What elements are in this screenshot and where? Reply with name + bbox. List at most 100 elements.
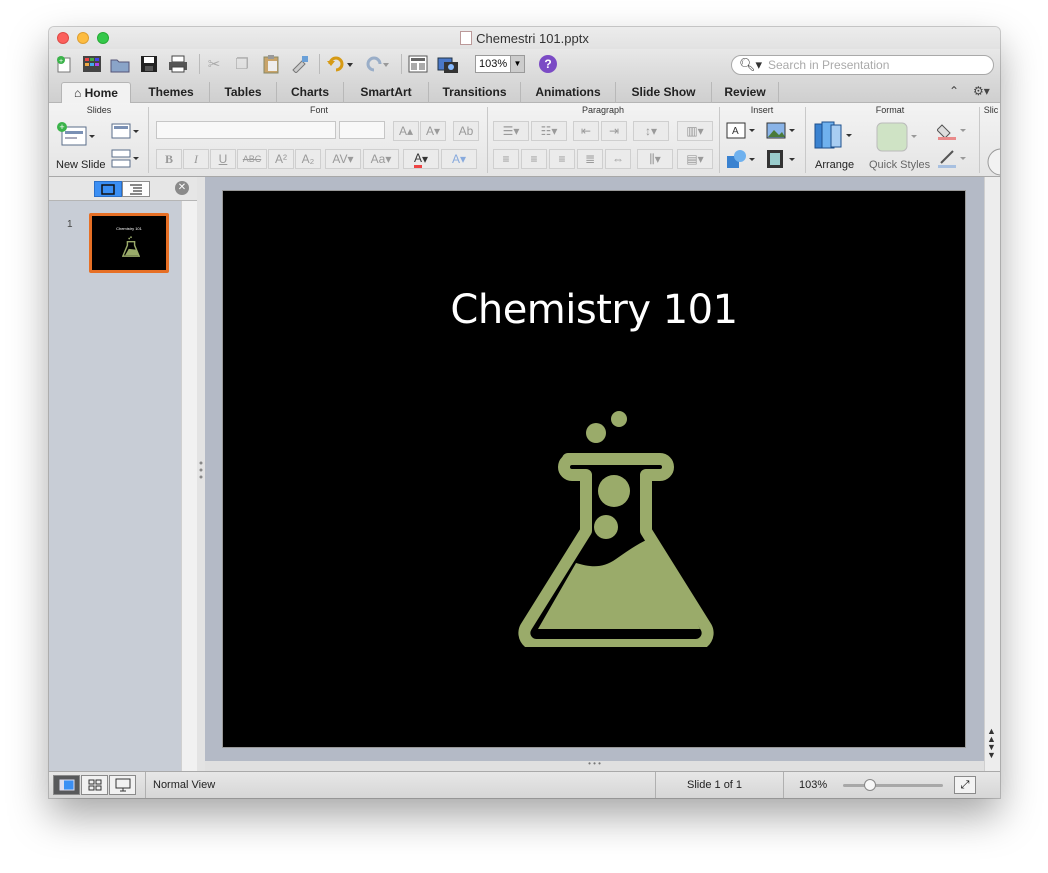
section-icon[interactable] (111, 149, 141, 174)
status-separator (145, 772, 146, 798)
slide[interactable]: Chemistry 101 (223, 191, 965, 747)
underline-icon[interactable]: U (210, 149, 236, 169)
fit-to-window-icon[interactable]: ⤢ (954, 776, 976, 794)
align-right-icon[interactable]: ≡ (549, 149, 575, 169)
search-input[interactable]: 🔍︎▾ Search in Presentation (731, 55, 994, 75)
change-case-icon[interactable]: Aa▾ (363, 149, 399, 169)
numbering-icon[interactable]: ☷▾ (531, 121, 567, 141)
gallery-icon[interactable] (81, 53, 103, 75)
bullets-icon[interactable]: ☰▾ (493, 121, 529, 141)
text-effects-icon[interactable]: A▾ (441, 149, 477, 169)
vertical-scrollbar[interactable]: ▲ ▲ ▼ ▼ (984, 177, 1000, 771)
thumb-flask-icon (122, 236, 140, 257)
tab-label: Charts (290, 85, 329, 99)
notes-splitter[interactable]: • • • (205, 760, 984, 771)
superscript-icon[interactable]: A² (268, 149, 294, 169)
align-text-icon[interactable]: ▤▾ (677, 149, 713, 169)
strikethrough-icon[interactable]: ABC (237, 149, 267, 169)
zoom-percent: 103% (799, 779, 828, 791)
tab-animations[interactable]: Animations (521, 82, 616, 103)
page-nav-arrows-icon[interactable]: ▲ ▲ ▼ ▼ (987, 727, 996, 760)
arrange-icon[interactable] (813, 121, 853, 156)
tab-home[interactable]: ⌂ Home (61, 82, 131, 103)
arrange-label[interactable]: Arrange (815, 159, 854, 171)
panel-scrollbar[interactable] (181, 201, 197, 771)
bold-icon[interactable]: B (156, 149, 182, 169)
collapse-ribbon-icon[interactable]: ⌃ (949, 84, 959, 98)
slide-sorter-view-button[interactable] (81, 775, 108, 795)
font-name-field[interactable] (156, 121, 336, 139)
media-icon[interactable] (765, 149, 797, 169)
subscript-icon[interactable]: A₂ (295, 149, 321, 169)
font-color-icon[interactable]: A ▾ (403, 149, 439, 169)
shape-fill-icon[interactable] (936, 121, 967, 146)
slide-thumbnail[interactable]: Chemistry 101 (89, 213, 169, 273)
increase-indent-icon[interactable]: ⇥ (601, 121, 627, 141)
shape-line-icon[interactable] (937, 149, 967, 174)
line-spacing-icon[interactable]: ↕▾ (633, 121, 669, 141)
window-title: Chemestri 101.pptx (49, 31, 1000, 46)
new-slide-icon[interactable]: + (56, 121, 96, 156)
slides-view-tab[interactable] (94, 181, 122, 197)
increase-font-size-icon[interactable]: A▴ (393, 121, 419, 141)
tab-transitions[interactable]: Transitions (429, 82, 521, 103)
format-painter-icon[interactable] (289, 53, 311, 75)
clear-formatting-icon[interactable]: Ab (453, 121, 479, 141)
normal-view-button[interactable] (53, 775, 80, 795)
tab-smartart[interactable]: SmartArt (344, 82, 429, 103)
ribbon-settings-gear-icon[interactable]: ⚙▾ (973, 84, 990, 98)
columns-icon[interactable]: ▥▾ (677, 121, 713, 141)
quick-styles-label[interactable]: Quick Styles (869, 159, 930, 171)
justify-icon[interactable]: ≣ (577, 149, 603, 169)
decrease-font-size-icon[interactable]: A▾ (420, 121, 446, 141)
align-center-icon[interactable]: ≡ (521, 149, 547, 169)
tab-slide-show[interactable]: Slide Show (616, 82, 712, 103)
group-title-format: Format (875, 105, 905, 115)
status-separator (783, 772, 784, 798)
slide-layout-icon[interactable] (407, 53, 429, 75)
tab-charts[interactable]: Charts (277, 82, 344, 103)
print-icon[interactable] (167, 53, 189, 75)
tab-label: Review (724, 85, 766, 99)
redo-icon[interactable] (361, 53, 391, 75)
panel-splitter[interactable] (197, 177, 205, 771)
close-panel-icon[interactable]: ✕ (175, 181, 189, 195)
copy-icon[interactable]: ❐ (231, 53, 253, 75)
undo-icon[interactable] (325, 53, 355, 75)
shapes-icon[interactable] (725, 149, 757, 169)
decrease-indent-icon[interactable]: ⇤ (573, 121, 599, 141)
tab-review[interactable]: Review (712, 82, 779, 103)
new-slide-label[interactable]: New Slide (56, 159, 106, 171)
slide-thumb-number: 1 (67, 219, 73, 230)
picture-icon[interactable] (765, 121, 797, 141)
standard-toolbar: + ✂ ❐ 103% ▼ ? 🔍︎▾ Search in Presentatio… (49, 49, 1000, 79)
chemistry-flask-icon[interactable] (518, 411, 714, 647)
zoom-value: 103% (479, 58, 508, 70)
quick-styles-icon[interactable] (875, 121, 921, 158)
media-browser-icon[interactable] (437, 53, 459, 75)
character-spacing-icon[interactable]: AV▾ (325, 149, 361, 169)
font-size-field[interactable] (339, 121, 385, 139)
tab-tables[interactable]: Tables (210, 82, 277, 103)
new-presentation-icon[interactable]: + (53, 53, 75, 75)
zoom-slider-knob[interactable] (864, 779, 876, 791)
slide-title[interactable]: Chemistry 101 (223, 287, 965, 333)
slide-layout-icon[interactable] (111, 123, 141, 146)
text-box-icon[interactable]: A (725, 121, 757, 141)
group-title-insert: Insert (750, 105, 774, 115)
distribute-icon[interactable]: ⇔ (605, 149, 631, 169)
search-icon: 🔍︎▾ (739, 57, 763, 72)
italic-icon[interactable]: I (183, 149, 209, 169)
tab-themes[interactable]: Themes (133, 82, 210, 103)
zoom-dropdown-button[interactable]: ▼ (510, 55, 525, 73)
slide-show-view-button[interactable] (109, 775, 136, 795)
open-folder-icon[interactable] (109, 53, 131, 75)
save-icon[interactable] (138, 53, 160, 75)
help-icon[interactable]: ? (539, 55, 557, 73)
text-direction-icon[interactable]: ⫼▾ (637, 149, 673, 169)
paste-icon[interactable] (260, 53, 282, 75)
align-left-icon[interactable]: ≡ (493, 149, 519, 169)
outline-view-tab[interactable] (122, 181, 150, 197)
zoom-slider-track[interactable] (843, 784, 943, 787)
cut-icon[interactable]: ✂ (203, 53, 225, 75)
